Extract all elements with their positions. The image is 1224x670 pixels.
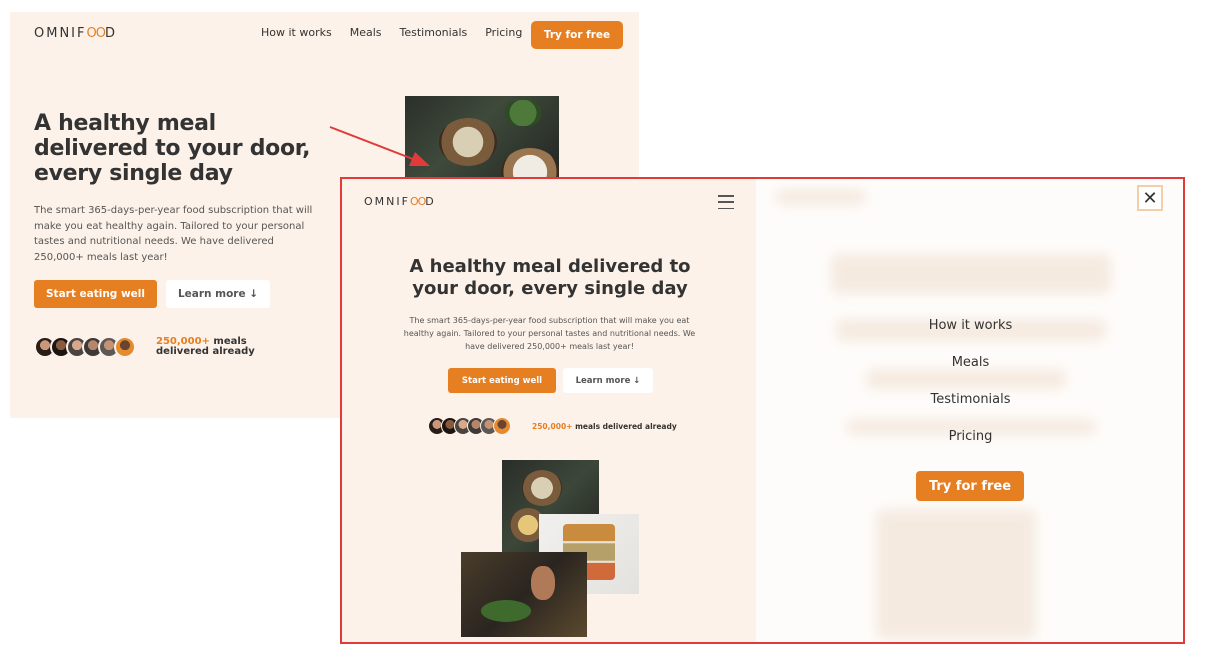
- logo-oo: OO: [409, 195, 426, 208]
- nav-how-it-works[interactable]: How it works: [261, 26, 332, 39]
- nav-pricing[interactable]: Pricing: [949, 428, 993, 445]
- learn-more-button[interactable]: Learn more ↓: [166, 280, 270, 308]
- close-icon[interactable]: ✕: [1137, 185, 1163, 211]
- hero-description: The smart 365-days-per-year food subscri…: [34, 205, 313, 263]
- mobile-nav-menu: How it works Meals Testimonials Pricing: [756, 317, 1183, 445]
- logo-text: OMNIF: [34, 26, 87, 41]
- logo-text: OMNIF: [364, 195, 410, 208]
- nav-testimonials[interactable]: Testimonials: [930, 391, 1010, 408]
- mobile-preview-frame: OMNIF OO D A healthy meal delivered to you…: [340, 177, 1185, 644]
- avatar: [114, 336, 136, 358]
- nav-meals[interactable]: Meals: [952, 354, 990, 371]
- hero-description: The smart 365-days-per-year food subscri…: [403, 316, 696, 351]
- start-eating-well-button[interactable]: Start eating well: [448, 368, 556, 393]
- logo[interactable]: OMNIF OO D: [364, 195, 436, 208]
- nav-pricing[interactable]: Pricing: [485, 26, 522, 39]
- try-for-free-button[interactable]: Try for free: [531, 21, 623, 49]
- served-count: 250,000+: [532, 422, 573, 431]
- customer-avatars: [428, 417, 511, 435]
- hero-heading: A healthy meal delivered to your door, e…: [34, 111, 311, 186]
- meals-delivered-text: 250,000+ meals delivered already: [156, 337, 296, 357]
- logo[interactable]: OMNIF OO D: [34, 26, 117, 41]
- nav-how-it-works[interactable]: How it works: [929, 317, 1013, 334]
- main-nav: How it works Meals Testimonials Pricing: [261, 26, 522, 39]
- avatar: [493, 417, 511, 435]
- hamburger-menu-icon[interactable]: [718, 195, 734, 209]
- mobile-page: OMNIF OO D A healthy meal delivered to you…: [342, 179, 756, 642]
- customer-avatars: [34, 336, 136, 358]
- hero-heading: A healthy meal delivered to your door, e…: [409, 256, 691, 299]
- start-eating-well-button[interactable]: Start eating well: [34, 280, 157, 308]
- try-for-free-button[interactable]: Try for free: [916, 471, 1024, 501]
- meals-delivered-text: 250,000+ meals delivered already: [532, 422, 677, 431]
- served-label: meals delivered already: [572, 422, 677, 431]
- nav-testimonials[interactable]: Testimonials: [400, 26, 468, 39]
- logo-oo: OO: [86, 26, 106, 41]
- mobile-nav-overlay: ✕ How it works Meals Testimonials Pricin…: [756, 179, 1183, 642]
- nav-meals[interactable]: Meals: [350, 26, 382, 39]
- logo-text-end: D: [425, 195, 436, 208]
- hero-image-restaurant: [461, 552, 587, 637]
- logo-text-end: D: [104, 26, 117, 41]
- learn-more-button[interactable]: Learn more ↓: [563, 368, 653, 393]
